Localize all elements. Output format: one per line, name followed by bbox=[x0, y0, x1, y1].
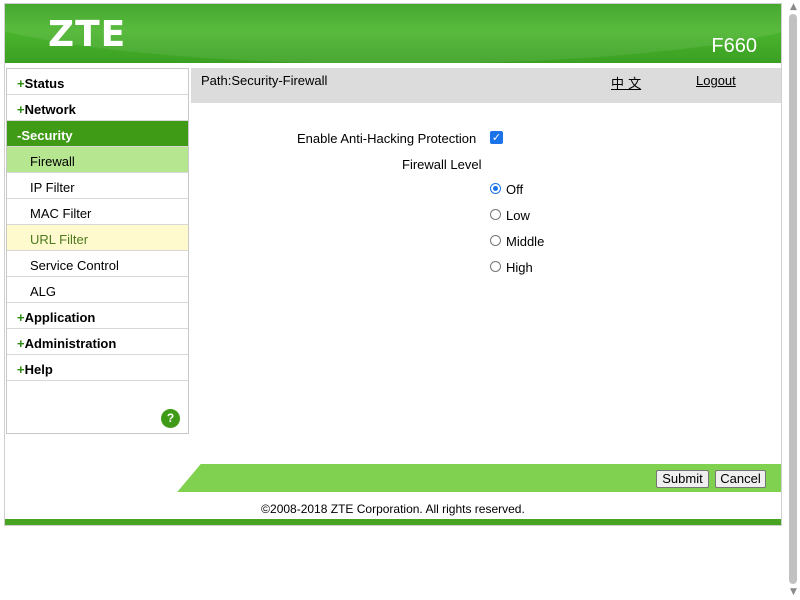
device-model: F660 bbox=[711, 35, 757, 57]
radio-label: Off bbox=[506, 182, 524, 197]
expand-plus-icon: + bbox=[17, 310, 25, 325]
sub-item-mac-filter[interactable]: MAC Filter bbox=[7, 199, 188, 225]
radio-button[interactable] bbox=[490, 261, 501, 273]
menu-item-label: Security bbox=[21, 128, 73, 143]
radio-button[interactable] bbox=[490, 209, 501, 221]
sub-item-alg[interactable]: ALG bbox=[7, 277, 188, 303]
radio-level-off[interactable]: Off bbox=[490, 182, 523, 200]
submit-button[interactable]: Submit bbox=[656, 470, 709, 488]
menu-item-label: Administration bbox=[24, 336, 117, 351]
sub-item-url-filter[interactable]: URL Filter bbox=[7, 225, 188, 251]
menu-item-application[interactable]: +Application bbox=[7, 303, 188, 329]
menu-item-security[interactable]: -Security bbox=[7, 121, 188, 147]
expand-plus-icon: + bbox=[17, 76, 25, 91]
menu-item-network[interactable]: +Network bbox=[7, 95, 188, 121]
menu-item-label: Network bbox=[24, 102, 76, 117]
bottom-green-line bbox=[5, 519, 781, 525]
radio-label: Middle bbox=[506, 234, 545, 249]
browser-frame: ZTE F660 +Status +Network -Security Fire… bbox=[4, 3, 782, 526]
breadcrumb: Path:Security-Firewall bbox=[201, 73, 328, 88]
scroll-thumb[interactable] bbox=[789, 14, 797, 584]
menu-item-label: Application bbox=[24, 310, 96, 325]
anti-hacking-label: Enable Anti-Hacking Protection bbox=[297, 131, 477, 146]
side-menu: +Status +Network -Security Firewall IP F… bbox=[6, 68, 189, 434]
checkmark-icon: ✓ bbox=[491, 131, 502, 144]
path-bar: Path:Security-Firewall 中 文 Logout bbox=[191, 68, 781, 103]
copyright-text: ©2008-2018 ZTE Corporation. All rights r… bbox=[261, 502, 525, 516]
expand-plus-icon: + bbox=[17, 362, 25, 377]
radio-button-checked[interactable] bbox=[490, 183, 501, 195]
scroll-down-arrow-icon[interactable]: ▼ bbox=[787, 587, 800, 597]
radio-level-high[interactable]: High bbox=[490, 260, 533, 278]
radio-level-middle[interactable]: Middle bbox=[490, 234, 544, 252]
radio-button[interactable] bbox=[490, 235, 501, 247]
logout-link[interactable]: Logout bbox=[696, 73, 736, 88]
radio-label: Low bbox=[506, 208, 530, 223]
menu-item-label: Help bbox=[24, 362, 53, 377]
vertical-scrollbar[interactable]: ▲ ▼ bbox=[787, 0, 800, 600]
menu-item-help[interactable]: +Help bbox=[7, 355, 188, 381]
expand-plus-icon: + bbox=[17, 102, 25, 117]
menu-item-administration[interactable]: +Administration bbox=[7, 329, 188, 355]
anti-hacking-checkbox[interactable]: ✓ bbox=[490, 131, 503, 144]
sub-item-ip-filter[interactable]: IP Filter bbox=[7, 173, 188, 199]
radio-label: High bbox=[506, 260, 533, 275]
sub-item-firewall[interactable]: Firewall bbox=[7, 147, 188, 173]
header-banner: ZTE F660 bbox=[5, 4, 781, 63]
zte-logo: ZTE bbox=[48, 14, 127, 55]
cancel-button[interactable]: Cancel bbox=[715, 470, 766, 488]
radio-level-low[interactable]: Low bbox=[490, 208, 530, 226]
firewall-level-label: Firewall Level bbox=[402, 157, 482, 172]
menu-item-status[interactable]: +Status bbox=[7, 69, 188, 95]
sub-item-service-control[interactable]: Service Control bbox=[7, 251, 188, 277]
scroll-up-arrow-icon[interactable]: ▲ bbox=[787, 2, 800, 12]
language-link[interactable]: 中 文 bbox=[611, 73, 641, 92]
menu-item-label: Status bbox=[24, 76, 65, 91]
expand-plus-icon: + bbox=[17, 336, 25, 351]
help-icon[interactable]: ? bbox=[161, 409, 180, 428]
